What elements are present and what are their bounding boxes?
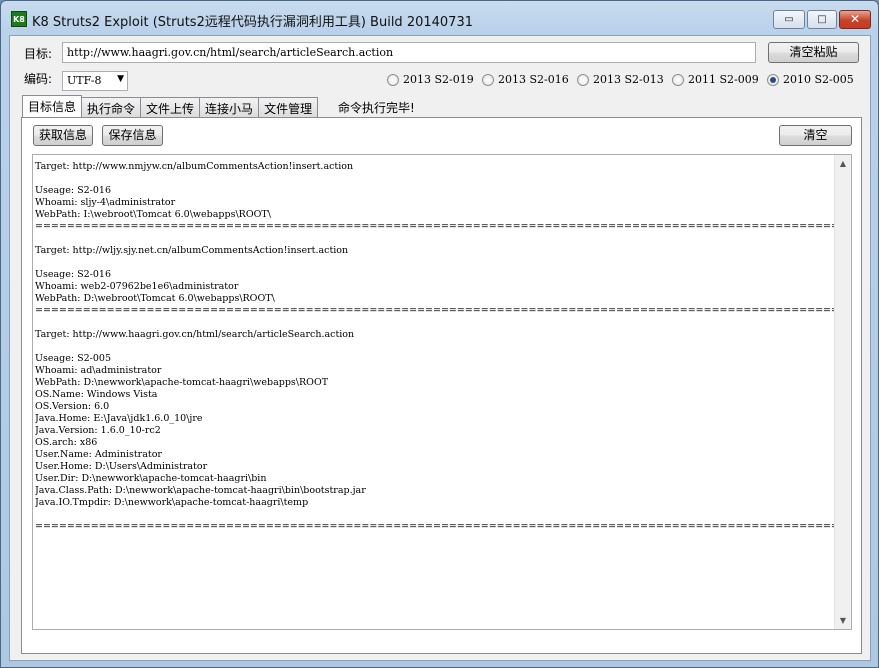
encoding-label: 编码: (24, 72, 53, 86)
scroll-down-icon[interactable]: ▼ (835, 612, 851, 629)
radio-circle-icon (387, 73, 399, 86)
tab-strip: 目标信息 执行命令 文件上传 连接小马 文件管理 (22, 95, 319, 117)
chevron-down-icon: ▼ (117, 74, 124, 84)
app-window: K8 K8 Struts2 Exploit (Struts2远程代码执行漏洞利用… (0, 0, 879, 668)
exploit-radio-s2-009[interactable]: 2011 S2-009 (672, 73, 759, 86)
exploit-radio-label: 2013 S2-013 (593, 73, 664, 86)
target-info-panel: 获取信息 保存信息 清空 Target: http://www.nmjyw.cn… (21, 117, 862, 654)
window-title: K8 Struts2 Exploit (Struts2远程代码执行漏洞利用工具)… (32, 15, 473, 30)
exploit-radio-label: 2010 S2-005 (783, 73, 854, 86)
exploit-radio-s2-005[interactable]: 2010 S2-005 (767, 73, 854, 86)
save-info-button[interactable]: 保存信息 (102, 125, 163, 146)
minimize-button[interactable]: ▭ (773, 10, 805, 29)
radio-circle-icon (577, 73, 589, 86)
radio-selected-icon (767, 73, 779, 86)
maximize-button[interactable]: □ (807, 10, 837, 29)
app-icon: K8 (11, 11, 27, 27)
exploit-radio-s2-013[interactable]: 2013 S2-013 (577, 73, 664, 86)
clear-paste-button[interactable]: 清空粘贴 (768, 42, 859, 63)
target-url-input[interactable]: http://www.haagri.gov.cn/html/search/art… (62, 42, 756, 63)
tab-file-upload[interactable]: 文件上传 (140, 97, 201, 117)
vertical-scrollbar[interactable]: ▲ ▼ (834, 155, 851, 629)
client-area: 目标: http://www.haagri.gov.cn/html/search… (9, 35, 871, 661)
close-button[interactable]: ✕ (839, 10, 871, 29)
tab-target-info[interactable]: 目标信息 (22, 95, 83, 117)
encoding-select[interactable]: UTF-8 ▼ (62, 71, 128, 91)
encoding-value: UTF-8 (67, 74, 102, 87)
get-info-button[interactable]: 获取信息 (33, 125, 93, 146)
target-label: 目标: (24, 47, 53, 61)
exploit-radio-label: 2011 S2-009 (688, 73, 759, 86)
output-text: Target: http://www.nmjyw.cn/albumComment… (35, 161, 835, 532)
title-bar[interactable]: K8 K8 Struts2 Exploit (Struts2远程代码执行漏洞利用… (1, 1, 878, 35)
exploit-radio-label: 2013 S2-019 (403, 73, 474, 86)
output-textarea[interactable]: Target: http://www.nmjyw.cn/albumComment… (32, 154, 852, 630)
radio-circle-icon (672, 73, 684, 86)
exploit-radio-s2-019[interactable]: 2013 S2-019 (387, 73, 474, 86)
status-message: 命令执行完毕! (338, 101, 415, 115)
radio-circle-icon (482, 73, 494, 86)
exploit-radio-s2-016[interactable]: 2013 S2-016 (482, 73, 569, 86)
scroll-up-icon[interactable]: ▲ (835, 155, 851, 172)
tab-connect-shell[interactable]: 连接小马 (199, 97, 260, 117)
exploit-radio-label: 2013 S2-016 (498, 73, 569, 86)
clear-output-button[interactable]: 清空 (779, 125, 852, 146)
tab-file-manager[interactable]: 文件管理 (258, 97, 319, 117)
tab-execute-command[interactable]: 执行命令 (81, 97, 142, 117)
